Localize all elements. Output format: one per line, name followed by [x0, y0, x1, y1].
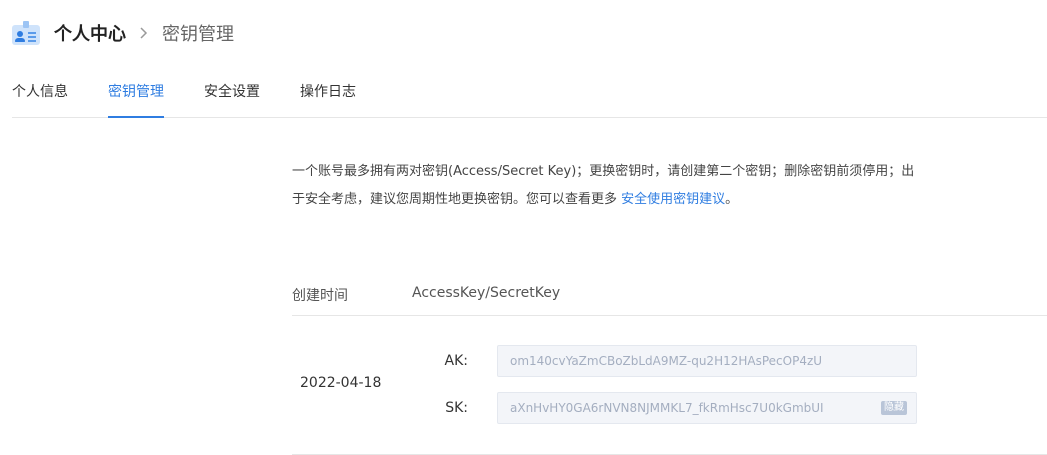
chevron-right-icon	[136, 25, 152, 41]
access-key-field[interactable]: om140cvYaZmCBoZbLdA9MZ-qu2H12HAsPecOP4zU	[497, 345, 917, 377]
table-row: 2022-04-18 AK: om140cvYaZmCBoZbLdA9MZ-qu…	[292, 316, 1047, 455]
sk-label: SK:	[445, 400, 468, 416]
hide-secret-key-button[interactable]: 隐藏	[881, 401, 907, 415]
access-key-value[interactable]: om140cvYaZmCBoZbLdA9MZ-qu2H12HAsPecOP4zU	[510, 354, 822, 368]
breadcrumb-root[interactable]: 个人中心	[54, 20, 126, 46]
notice-text: 一个账号最多拥有两对密钥(Access/Secret Key)；更换密钥时，请创…	[292, 164, 915, 207]
column-created-time: 创建时间	[292, 288, 348, 304]
profile-card-icon	[12, 21, 40, 45]
tab-security-settings[interactable]: 安全设置	[204, 84, 260, 117]
notice-suffix: 。	[725, 192, 739, 207]
created-date: 2022-04-18	[300, 375, 382, 391]
page-header: 个人中心 密钥管理	[12, 18, 234, 48]
secret-key-value[interactable]: aXnHvHY0GA6rNVN8NJMMKL7_fkRmHsc7U0kGmbUI	[510, 401, 824, 415]
key-security-advice-link[interactable]: 安全使用密钥建议	[621, 192, 725, 207]
key-notice: 一个账号最多拥有两对密钥(Access/Secret Key)；更换密钥时，请创…	[292, 158, 917, 214]
tab-key-management[interactable]: 密钥管理	[108, 84, 164, 118]
tab-operation-log[interactable]: 操作日志	[300, 84, 356, 117]
secret-key-field[interactable]: aXnHvHY0GA6rNVN8NJMMKL7_fkRmHsc7U0kGmbUI…	[497, 392, 917, 424]
tab-bar: 个人信息 密钥管理 安全设置 操作日志	[12, 84, 1047, 118]
tab-personal-info[interactable]: 个人信息	[12, 84, 68, 117]
key-table-header: 创建时间 AccessKey/SecretKey	[292, 272, 1047, 316]
ak-label: AK:	[444, 353, 468, 369]
column-access-secret-key: AccessKey/SecretKey	[412, 285, 561, 301]
breadcrumb-current: 密钥管理	[162, 24, 234, 45]
